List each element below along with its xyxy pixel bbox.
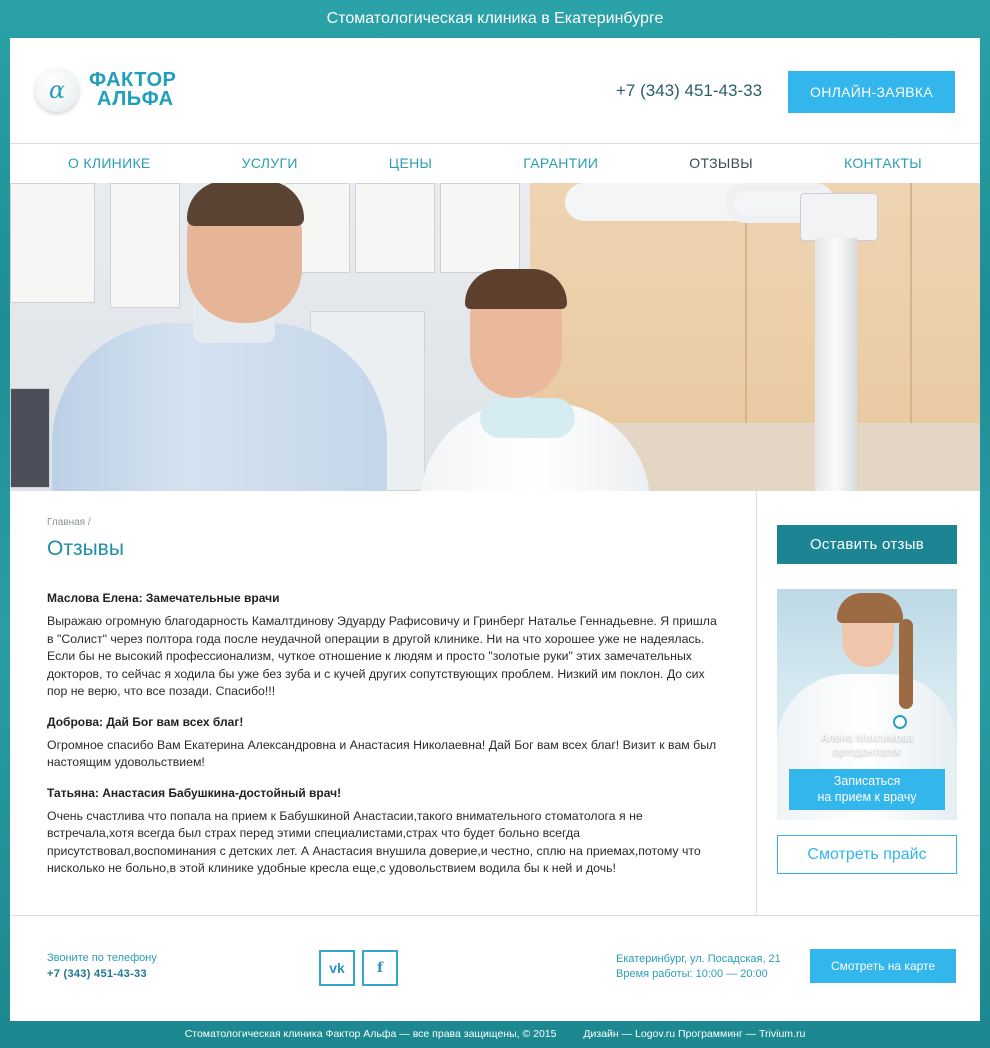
credits-text[interactable]: Дизайн — Logov.ru Программинг — Trivium.… bbox=[583, 1028, 805, 1040]
doctor-man-hair bbox=[187, 183, 304, 226]
cabinet-seam bbox=[910, 183, 912, 428]
review-item: Татьяна: Анастасия Бабушкина-достойный в… bbox=[47, 786, 719, 878]
nav-item-contacts[interactable]: КОНТАКТЫ bbox=[844, 144, 922, 183]
footer-address-block: Екатеринбург, ул. Посадская, 21 Время ра… bbox=[616, 952, 781, 982]
top-banner: Стоматологическая клиника в Екатеринбург… bbox=[0, 0, 990, 38]
sidebar: Оставить отзыв Алена Максимова ортодонто… bbox=[777, 491, 957, 874]
wall-frame bbox=[10, 183, 95, 303]
doctor-man-shape bbox=[52, 323, 387, 491]
page-container: α ФАКТОР АЛЬФА +7 (343) 451-43-33 ОНЛАЙН… bbox=[10, 38, 980, 1021]
hero-counter bbox=[610, 423, 980, 491]
header: α ФАКТОР АЛЬФА +7 (343) 451-43-33 ОНЛАЙН… bbox=[10, 38, 980, 143]
nav-item-about[interactable]: О КЛИНИКЕ bbox=[68, 144, 151, 183]
main-nav: О КЛИНИКЕ УСЛУГИ ЦЕНЫ ГАРАНТИИ ОТЗЫВЫ КО… bbox=[10, 143, 980, 183]
clinic-badge-icon bbox=[893, 715, 907, 729]
doctor-photo-hair bbox=[837, 593, 903, 623]
footer-hours: Время работы: 10:00 — 20:00 bbox=[616, 968, 768, 980]
online-request-button[interactable]: ОНЛАЙН-ЗАЯВКА bbox=[788, 71, 955, 113]
book-appointment-button[interactable]: Записаться на прием к врачу bbox=[789, 769, 945, 810]
review-title: Татьяна: Анастасия Бабушкина-достойный в… bbox=[47, 785, 342, 800]
logo-text: ФАКТОР АЛЬФА bbox=[89, 70, 176, 110]
review-title: Доброва: Дай Бог вам всех благ! bbox=[47, 714, 244, 729]
wall-frame bbox=[440, 183, 520, 273]
doctor-woman-mask bbox=[480, 398, 575, 438]
site-tagline: Стоматологическая клиника в Екатеринбург… bbox=[326, 10, 664, 27]
nav-item-reviews[interactable]: ОТЗЫВЫ bbox=[689, 144, 753, 183]
review-text: Огромное спасибо Вам Екатерина Александр… bbox=[47, 737, 717, 770]
view-price-button[interactable]: Смотреть прайс bbox=[777, 835, 957, 874]
control-panel-shape bbox=[800, 193, 878, 241]
review-item: Маслова Елена: Замечательные врачи Выраж… bbox=[47, 591, 719, 701]
footer-phone[interactable]: +7 (343) 451-43-33 bbox=[47, 968, 157, 980]
nav-item-guarantees[interactable]: ГАРАНТИИ bbox=[523, 144, 598, 183]
bottom-bar: Стоматологическая клиника Фактор Альфа —… bbox=[0, 1021, 990, 1048]
review-text: Очень счастлива что попала на прием к Ба… bbox=[47, 808, 701, 876]
wall-frame bbox=[110, 183, 180, 308]
lamp-pole-shape bbox=[815, 238, 857, 491]
facebook-icon[interactable]: f bbox=[362, 950, 398, 986]
leave-review-button[interactable]: Оставить отзыв bbox=[777, 525, 957, 564]
footer-address: Екатеринбург, ул. Посадская, 21 bbox=[616, 953, 781, 965]
doctor-name: Алена Максимова bbox=[820, 732, 914, 744]
footer: Звоните по телефону +7 (343) 451-43-33 v… bbox=[10, 916, 980, 1016]
doctor-card: Алена Максимова ортодонтолог Записаться … bbox=[777, 589, 957, 820]
content-area: Главная / Отзывы Маслова Елена: Замечате… bbox=[10, 491, 980, 916]
view-map-button[interactable]: Смотреть на карте bbox=[810, 949, 956, 983]
vk-icon[interactable]: vk bbox=[319, 950, 355, 986]
footer-contact: Звоните по телефону +7 (343) 451-43-33 bbox=[47, 952, 157, 980]
header-phone[interactable]: +7 (343) 451-43-33 bbox=[616, 81, 762, 101]
hero-image bbox=[10, 183, 980, 491]
wall-frame bbox=[355, 183, 435, 273]
doctor-woman-hair bbox=[465, 269, 567, 309]
review-title: Маслова Елена: Замечательные врачи bbox=[47, 591, 280, 605]
doctor-photo-braid bbox=[899, 619, 913, 709]
breadcrumb[interactable]: Главная / bbox=[47, 517, 719, 528]
appointment-line2: на прием к врачу bbox=[817, 790, 917, 804]
monitor-shape bbox=[10, 388, 50, 488]
review-text: Выражаю огромную благодарность Камалтдин… bbox=[47, 614, 717, 698]
copyright-text: Стоматологическая клиника Фактор Альфа —… bbox=[184, 1028, 557, 1040]
main-column: Главная / Отзывы Маслова Елена: Замечате… bbox=[10, 491, 757, 915]
doctor-caption: Алена Максимова ортодонтолог bbox=[777, 731, 957, 759]
nav-item-prices[interactable]: ЦЕНЫ bbox=[389, 144, 432, 183]
appointment-line1: Записаться bbox=[833, 774, 901, 788]
logo-line2: АЛЬФА bbox=[97, 88, 174, 110]
logo[interactable]: α ФАКТОР АЛЬФА bbox=[35, 68, 176, 112]
footer-call-label: Звоните по телефону bbox=[47, 952, 157, 964]
page-title: Отзывы bbox=[47, 537, 124, 560]
doctor-role: ортодонтолог bbox=[832, 746, 902, 758]
review-item: Доброва: Дай Бог вам всех благ! Огромное… bbox=[47, 715, 719, 772]
nav-item-services[interactable]: УСЛУГИ bbox=[242, 144, 298, 183]
alpha-logo-icon: α bbox=[35, 68, 79, 112]
